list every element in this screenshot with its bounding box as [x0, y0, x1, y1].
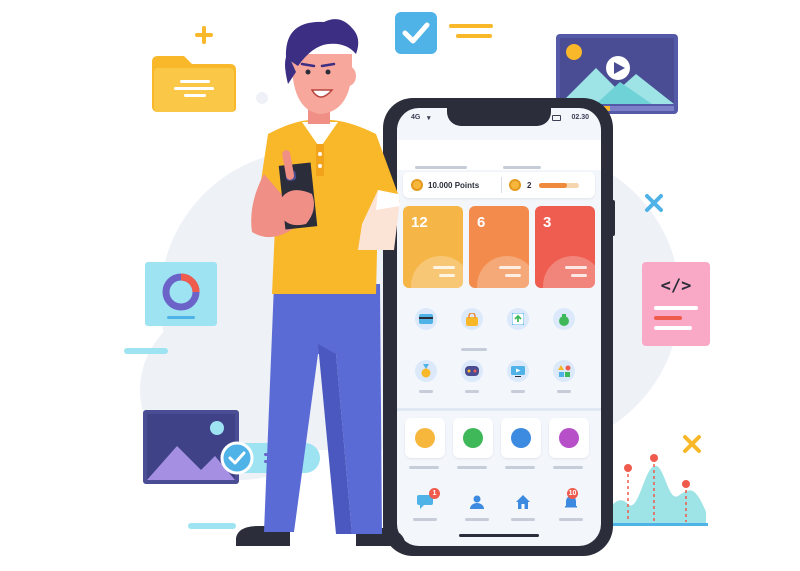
decor-line	[124, 348, 168, 354]
man-illustration	[236, 19, 406, 546]
placeholder-line	[419, 390, 433, 393]
color-tile[interactable]	[501, 418, 541, 458]
stat-value: 3	[543, 214, 552, 231]
divider	[501, 177, 502, 193]
tile-dot	[559, 428, 579, 448]
code-icon: </>	[660, 276, 692, 296]
notification-badge: 10	[567, 488, 578, 499]
coins-count: 2	[527, 181, 532, 190]
shopping-bag-icon[interactable]	[461, 308, 483, 330]
status-signal-icon: ▾	[427, 115, 431, 122]
placeholder-line	[511, 518, 535, 521]
placeholder-line	[557, 390, 571, 393]
phone-notch	[447, 104, 551, 126]
gamepad-icon[interactable]	[461, 360, 483, 382]
donut-chart-icon	[145, 262, 217, 326]
placeholder-line	[503, 166, 541, 169]
placeholder-line	[505, 466, 535, 469]
home-icon[interactable]	[513, 492, 533, 512]
status-time: 02.30	[571, 114, 589, 121]
stat-card[interactable]: 12	[403, 206, 463, 288]
x-icon	[683, 435, 701, 453]
placeholder-line	[415, 166, 467, 169]
coin-icon	[411, 179, 423, 191]
stat-card[interactable]: 3	[535, 206, 595, 288]
battery-icon	[552, 115, 561, 121]
code-card: </>	[642, 262, 710, 346]
points-label: 10.000 Points	[428, 181, 480, 190]
placeholder-line	[465, 518, 489, 521]
color-tile[interactable]	[405, 418, 445, 458]
stat-value: 6	[477, 214, 486, 231]
tile-dot	[415, 428, 435, 448]
phone-screen: 4G ▾ 02.30 10.000 Points 2 12 6 3 1 10	[397, 108, 601, 546]
shapes-icon[interactable]	[553, 360, 575, 382]
tile-dot	[463, 428, 483, 448]
user-icon[interactable]	[467, 492, 487, 512]
placeholder-line	[559, 518, 583, 521]
placeholder-line	[409, 466, 439, 469]
tile-dot	[511, 428, 531, 448]
color-tile[interactable]	[453, 418, 493, 458]
upload-icon[interactable]	[507, 308, 529, 330]
home-indicator	[459, 534, 539, 537]
x-icon	[645, 194, 663, 212]
placeholder-line	[465, 390, 479, 393]
medal-icon[interactable]	[415, 360, 437, 382]
decor-line	[170, 170, 206, 176]
coin-icon	[509, 179, 521, 191]
progress-bar	[539, 183, 579, 188]
placeholder-line	[457, 466, 487, 469]
stat-value: 12	[411, 214, 428, 231]
section-divider	[397, 408, 601, 411]
decor-line	[456, 34, 492, 38]
points-card[interactable]: 10.000 Points 2	[403, 172, 595, 198]
placeholder-line	[553, 466, 583, 469]
plus-icon	[195, 26, 213, 44]
color-tile[interactable]	[549, 418, 589, 458]
chart-icon	[598, 454, 708, 526]
decor-line	[449, 24, 493, 28]
phone-side-button	[611, 200, 615, 236]
placeholder-line	[511, 390, 525, 393]
notification-badge: 1	[429, 488, 440, 499]
placeholder-line	[461, 348, 487, 351]
money-bag-icon[interactable]	[553, 308, 575, 330]
stat-card[interactable]: 6	[469, 206, 529, 288]
placeholder-line	[413, 518, 437, 521]
video-icon[interactable]	[507, 360, 529, 382]
status-network: 4G	[411, 114, 421, 121]
card-icon[interactable]	[415, 308, 437, 330]
folder-icon	[152, 56, 236, 112]
